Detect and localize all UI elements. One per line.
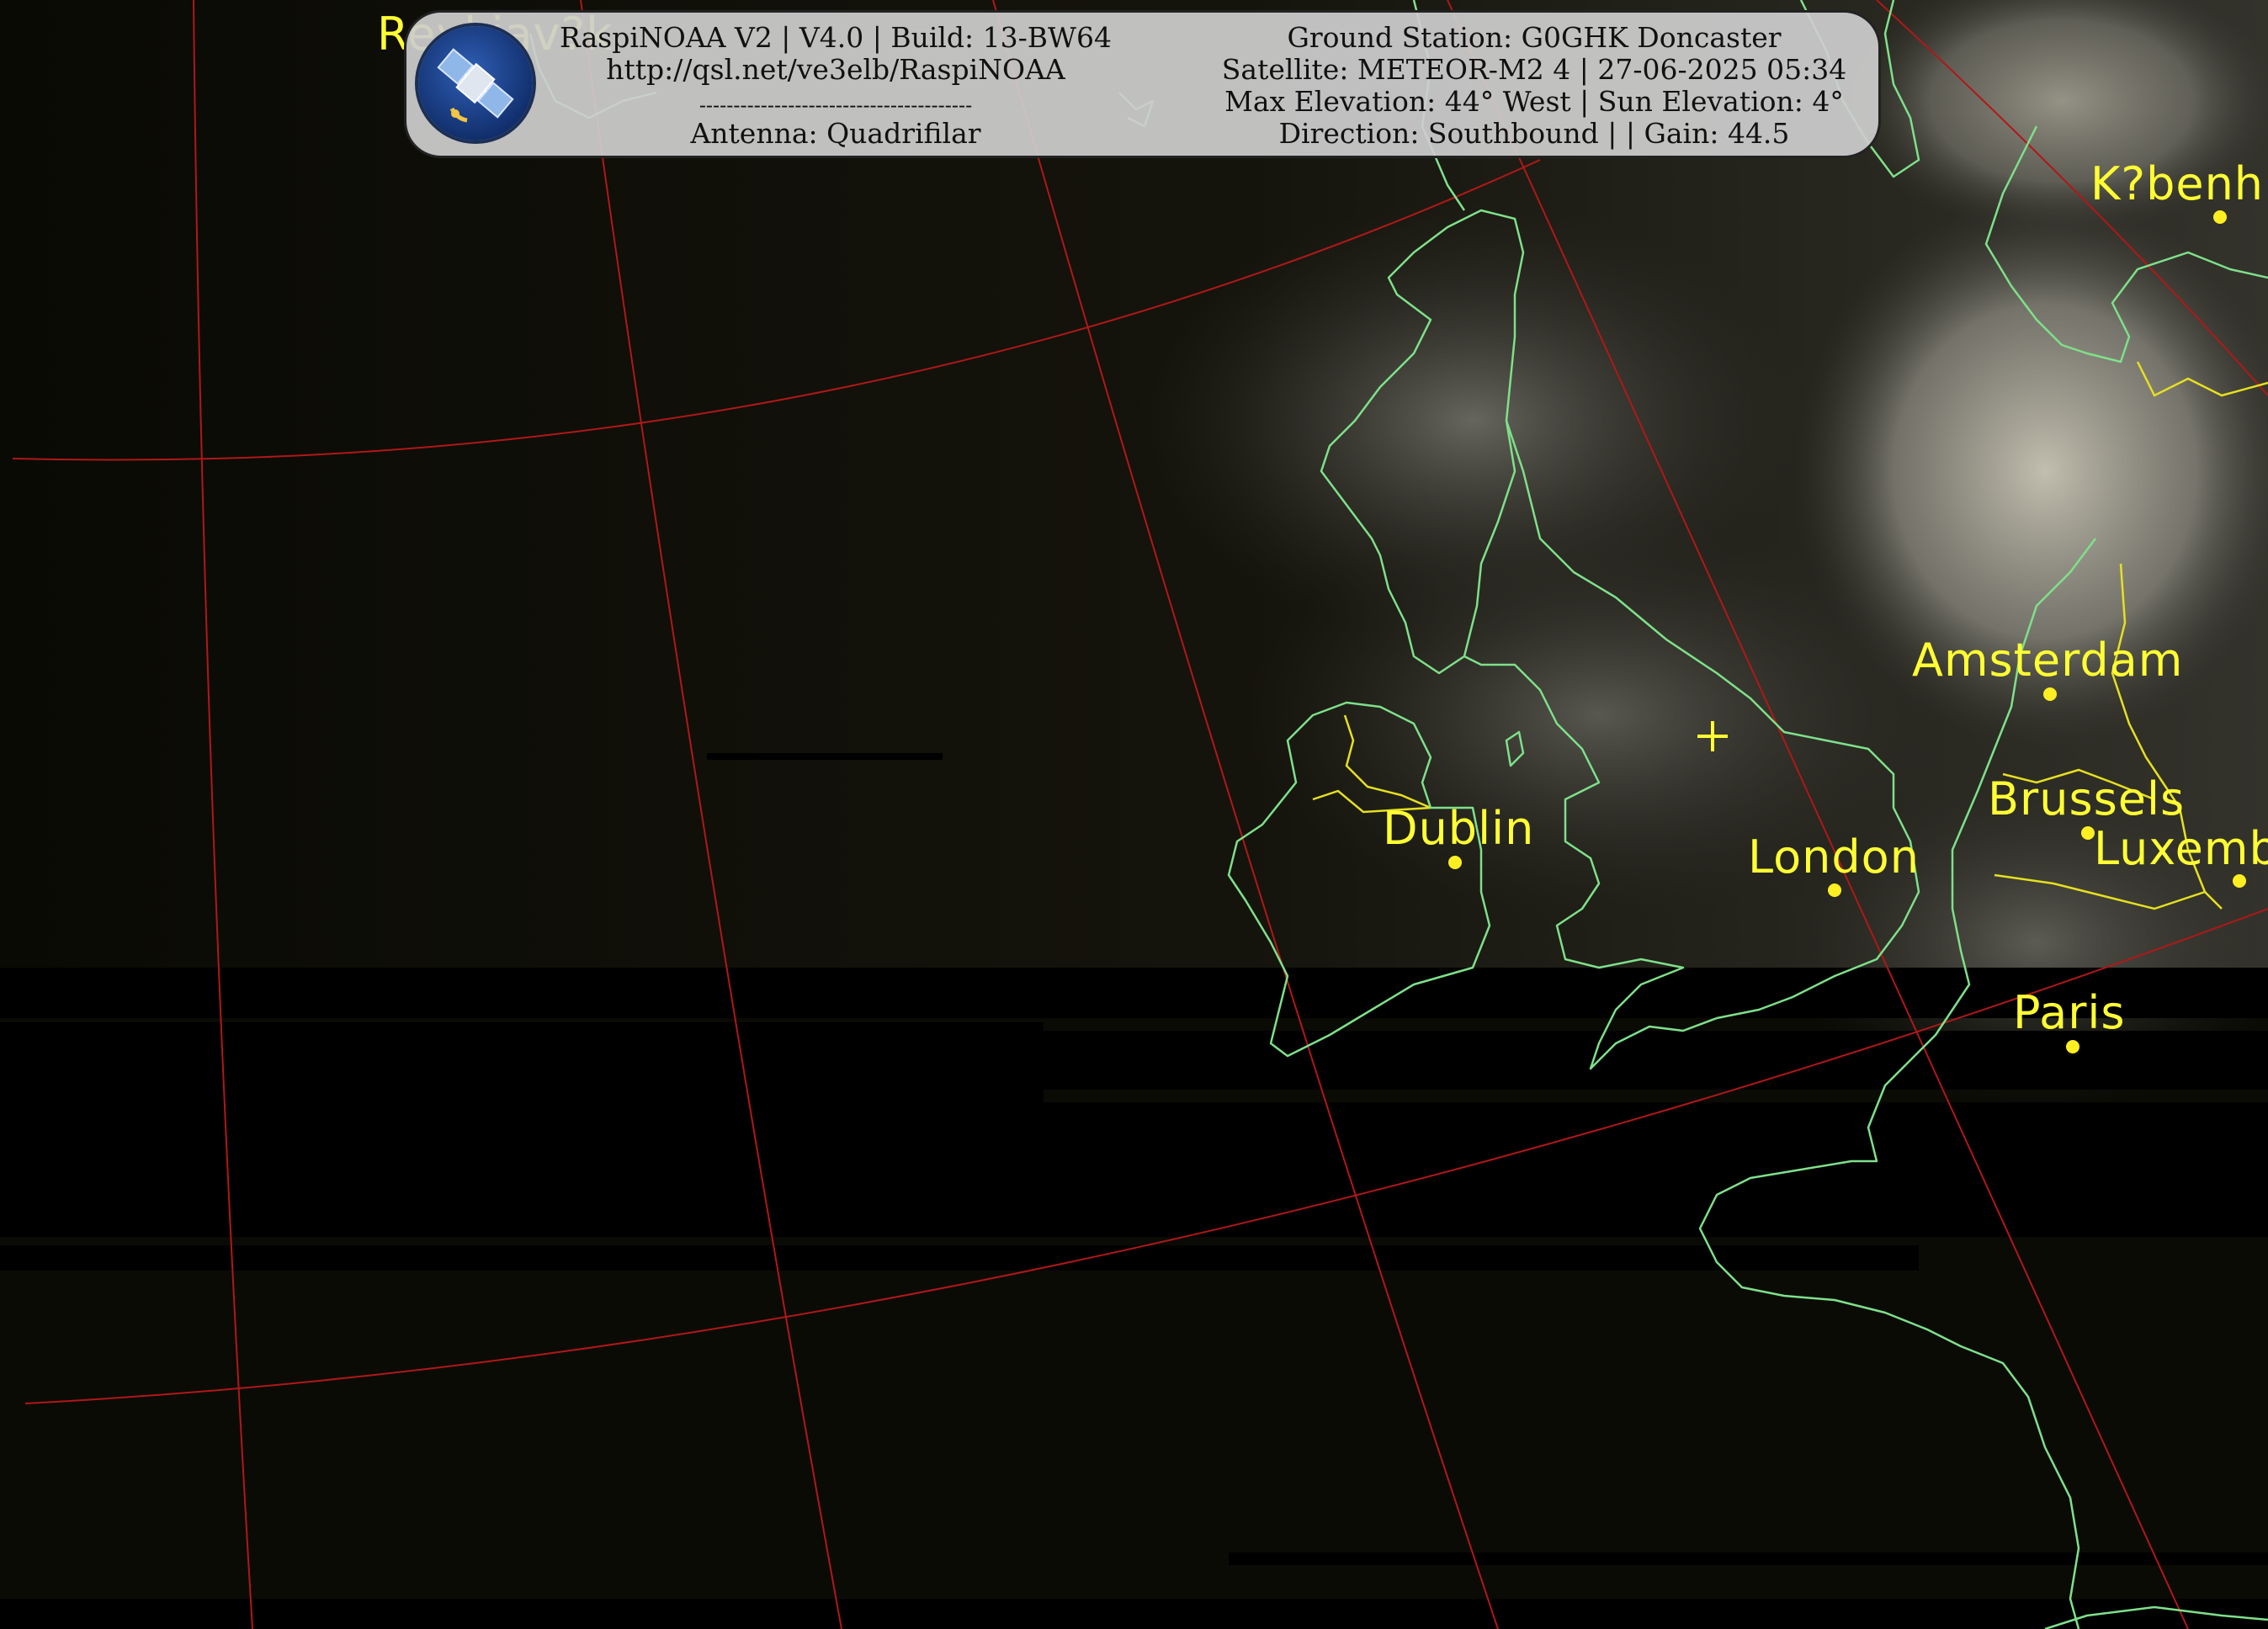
banner-left-line-1: RaspiNOAA V2 | V4.0 | Build: 13-BW64 bbox=[560, 21, 1112, 54]
city-dot-luxembourg bbox=[2233, 874, 2246, 888]
banner-right-line-3: Max Elevation: 44° West | Sun Elevation:… bbox=[1224, 85, 1844, 118]
banner-left-line-2: http://qsl.net/ve3elb/RaspiNOAA bbox=[606, 53, 1065, 86]
satellite-image bbox=[0, 0, 2268, 1629]
city-dot-kobenhavn bbox=[2213, 210, 2227, 224]
city-label-dublin: Dublin bbox=[1383, 802, 1535, 855]
satellite-icon bbox=[437, 48, 514, 123]
info-banner: RaspiNOAA V2 | V4.0 | Build: 13-BW64 htt… bbox=[404, 10, 1881, 158]
banner-right-line-2: Satellite: METEOR-M2 4 | 27-06-2025 05:3… bbox=[1221, 53, 1847, 86]
city-dot-amsterdam bbox=[2043, 687, 2057, 701]
banner-separator: ---------------------------------------- bbox=[698, 93, 973, 117]
banner-left-line-4: Antenna: Quadrifilar bbox=[690, 117, 981, 150]
city-label-london: London bbox=[1748, 830, 1920, 883]
city-dot-brussels bbox=[2081, 826, 2095, 840]
banner-right-line-1: Ground Station: G0GHK Doncaster bbox=[1287, 21, 1782, 54]
city-dot-london bbox=[1828, 883, 1841, 897]
banner-right-line-4: Direction: Southbound | | Gain: 44.5 bbox=[1278, 117, 1790, 150]
city-dot-dublin bbox=[1448, 856, 1462, 869]
city-label-luxembourg: Luxemb bbox=[2094, 822, 2268, 875]
city-dot-paris bbox=[2066, 1040, 2079, 1053]
raspinoaa-logo bbox=[418, 26, 533, 141]
city-label-kobenhavn: K?benh bbox=[2090, 157, 2265, 210]
city-label-amsterdam: Amsterdam bbox=[1912, 634, 2184, 687]
city-label-paris: Paris bbox=[2013, 986, 2126, 1039]
city-label-brussels: Brussels bbox=[1988, 772, 2186, 825]
